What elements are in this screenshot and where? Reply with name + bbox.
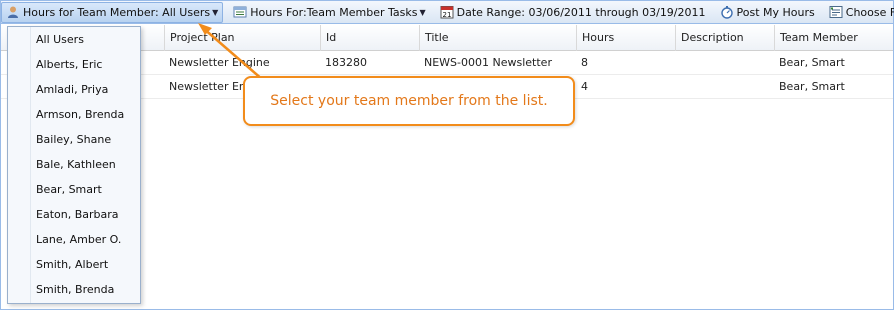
cell-hours: 4 [581, 80, 588, 93]
user-icon [6, 5, 20, 19]
menu-item-all-users[interactable]: All Users [8, 27, 140, 52]
fields-icon [829, 5, 843, 19]
menu-item-bale-kathleen[interactable]: Bale, Kathleen [8, 152, 140, 177]
callout-text: Select your team member from the list. [270, 93, 548, 109]
column-header-team-member[interactable]: Team Member [774, 25, 893, 51]
stopwatch-icon [720, 5, 734, 19]
cell-project-plan: Newsletter Engine [169, 56, 270, 69]
menu-item-lane-amber[interactable]: Lane, Amber O. [8, 227, 140, 252]
date-range-label: Date Range: 03/06/2011 through 03/19/201… [456, 5, 706, 19]
post-my-hours-button[interactable]: Post My Hours [716, 2, 819, 23]
team-member-dropdown-menu: All Users Alberts, Eric Amladi, Priya Ar… [7, 26, 141, 304]
date-range-button[interactable]: 21 Date Range: 03/06/2011 through 03/19/… [436, 2, 710, 23]
dropdown-arrow-icon: ▼ [419, 7, 426, 17]
menu-item-amladi-priya[interactable]: Amladi, Priya [8, 77, 140, 102]
menu-item-smith-albert[interactable]: Smith, Albert [8, 252, 140, 277]
cell-title: NEWS-0001 Newsletter Engi... [424, 56, 552, 69]
toolbar: Hours for Team Member: All Users ▼ Hours… [1, 1, 894, 24]
column-header-description[interactable]: Description [675, 25, 774, 51]
cell-hours: 8 [581, 56, 588, 69]
dropdown-arrow-icon: ▼ [212, 7, 219, 17]
menu-gutter [30, 27, 31, 303]
menu-item-alberts-eric[interactable]: Alberts, Eric [8, 52, 140, 77]
team-member-filter-button[interactable]: Hours for Team Member: All Users ▼ [1, 1, 224, 23]
menu-item-bear-smart[interactable]: Bear, Smart [8, 177, 140, 202]
column-header-project-plan[interactable]: Project Plan [164, 25, 320, 51]
choose-fields-label: Choose Fields [845, 5, 894, 19]
cell-id: 183280 [325, 56, 367, 69]
cell-description [675, 51, 774, 75]
menu-item-armson-brenda[interactable]: Armson, Brenda [8, 102, 140, 127]
menu-item-smith-brenda[interactable]: Smith, Brenda [8, 277, 140, 302]
menu-item-eaton-barbara[interactable]: Eaton, Barbara [8, 202, 140, 227]
calendar-icon: 21 [440, 5, 454, 19]
cell-team-member: Bear, Smart [779, 80, 845, 93]
menu-item-bailey-shane[interactable]: Bailey, Shane [8, 127, 140, 152]
cell-team-member: Bear, Smart [779, 56, 845, 69]
hours-for-button[interactable]: Hours For:Team Member Tasks ▼ [229, 2, 429, 23]
column-header-title[interactable]: Title [419, 25, 576, 51]
team-member-filter-label: Hours for Team Member: All Users [23, 5, 211, 19]
column-header-id[interactable]: Id [320, 25, 419, 51]
column-header-hours[interactable]: Hours [576, 25, 675, 51]
cell-description [675, 75, 774, 99]
instruction-callout: Select your team member from the list. [243, 76, 575, 126]
choose-fields-button[interactable]: Choose Fields [825, 2, 894, 23]
calendar-day: 21 [442, 11, 451, 19]
hours-for-label: Hours For:Team Member Tasks [250, 5, 418, 19]
post-my-hours-label: Post My Hours [736, 5, 815, 19]
tasks-icon [233, 5, 247, 19]
